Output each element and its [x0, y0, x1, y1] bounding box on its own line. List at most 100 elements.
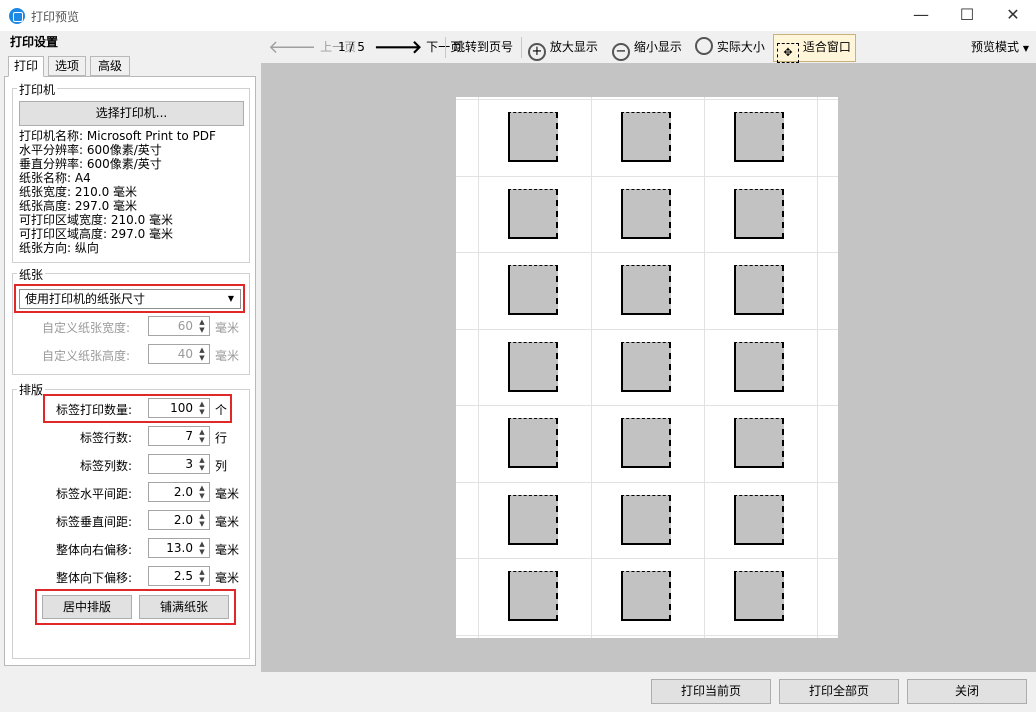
layout-row-stepper[interactable]: 2.0 ▲ ▼ [148, 482, 210, 502]
layout-row-stepper[interactable]: 2.5 ▲ ▼ [148, 566, 210, 586]
close-button[interactable]: 关闭 [907, 679, 1027, 704]
stepper-arrows-icon[interactable]: ▲ ▼ [196, 318, 208, 334]
printer-group-label: 打印机 [17, 81, 58, 98]
print-all-pages-button[interactable]: 打印全部页 [779, 679, 899, 704]
paper-size-value: 使用打印机的纸张尺寸 [25, 292, 146, 306]
label-preview-cell [734, 112, 784, 162]
close-window-button[interactable]: ✕ [990, 0, 1036, 31]
select-printer-button[interactable]: 选择打印机... [19, 101, 244, 126]
toolbar-separator [521, 37, 522, 58]
stepper-arrows-icon[interactable]: ▲ ▼ [196, 540, 208, 556]
custom-height-value: 40 [177, 347, 193, 361]
layout-row-label: 标签打印数量: [55, 403, 132, 417]
layout-row-value: 3 [185, 457, 193, 471]
custom-width-unit: 毫米 [215, 321, 240, 335]
layout-row-label: 标签垂直间距: [55, 515, 132, 529]
layout-row-unit: 毫米 [215, 571, 240, 585]
label-preview-cell [508, 112, 558, 162]
stepper-arrows-icon[interactable]: ▲ ▼ [196, 428, 208, 444]
custom-width-stepper[interactable]: 60 ▲ ▼ [148, 316, 210, 336]
layout-row-value: 2.5 [173, 569, 193, 583]
label-preview-cell [621, 189, 671, 239]
label-preview-cell [508, 571, 558, 621]
chevron-down-icon: ▼ [1022, 44, 1029, 53]
label-preview-cell [508, 189, 558, 239]
arrow-right-icon: 🡒 [374, 37, 423, 58]
zoom-out-label: 缩小显示 [633, 40, 682, 54]
layout-row-stepper[interactable]: 2.0 ▲ ▼ [148, 510, 210, 530]
grid-line [704, 97, 705, 638]
preview-mode-dropdown[interactable]: 预览模式 ▼ [971, 35, 1029, 60]
preview-mode-label: 预览模式 [971, 40, 1020, 54]
fill-paper-button[interactable]: 铺满纸张 [139, 595, 229, 619]
fit-window-icon: ✥ [777, 43, 799, 63]
layout-row-label: 标签列数: [79, 459, 132, 473]
label-preview-cell [734, 265, 784, 315]
custom-height-unit: 毫米 [215, 349, 240, 363]
stepper-arrows-icon[interactable]: ▲ ▼ [196, 400, 208, 416]
zoom-out-icon: − [612, 43, 630, 61]
label-preview-cell [734, 571, 784, 621]
layout-row-value: 2.0 [173, 513, 193, 527]
tab-print[interactable]: 打印 [8, 56, 44, 77]
zoom-out-button[interactable]: − 缩小显示 [612, 35, 682, 61]
printer-info-line: 纸张名称: A4 [19, 171, 91, 185]
layout-row-stepper[interactable]: 100 ▲ ▼ [148, 398, 210, 418]
custom-height-label: 自定义纸张高度: [42, 349, 131, 363]
layout-row-unit: 毫米 [215, 487, 240, 501]
stepper-arrows-icon[interactable]: ▲ ▼ [196, 456, 208, 472]
print-current-page-button[interactable]: 打印当前页 [651, 679, 771, 704]
toolbar-separator [445, 37, 446, 58]
paper-size-select[interactable]: 使用打印机的纸张尺寸 ▼ [19, 289, 241, 309]
label-preview-cell [621, 112, 671, 162]
printer-info-line: 纸张宽度: 210.0 毫米 [19, 185, 138, 199]
grid-line [817, 97, 818, 638]
next-page-button[interactable]: 🡒 下一页 [374, 35, 462, 60]
center-layout-button[interactable]: 居中排版 [42, 595, 132, 619]
printer-info-line: 水平分辨率: 600像素/英寸 [19, 143, 162, 157]
layout-row-label: 标签水平间距: [55, 487, 132, 501]
layout-row-unit: 行 [215, 431, 228, 445]
fit-window-button[interactable]: ✥ 适合窗口 [773, 34, 856, 63]
zoom-in-label: 放大显示 [549, 40, 598, 54]
layout-row-value: 13.0 [166, 541, 193, 555]
printer-info-line: 可打印区域高度: 297.0 毫米 [19, 227, 174, 241]
window-title: 打印预览 [31, 10, 80, 24]
maximize-button[interactable]: ☐ [944, 0, 990, 31]
title-bar: 打印预览 — ☐ ✕ [0, 0, 1036, 31]
layout-row-stepper[interactable]: 3 ▲ ▼ [148, 454, 210, 474]
fit-window-label: 适合窗口 [802, 40, 851, 54]
goto-page-button[interactable]: 跳转到页号 [453, 35, 513, 60]
layout-row-unit: 个 [215, 403, 228, 417]
custom-width-label: 自定义纸张宽度: [42, 321, 131, 335]
layout-row-label: 整体向右偏移: [55, 543, 132, 557]
layout-row-stepper[interactable]: 13.0 ▲ ▼ [148, 538, 210, 558]
zoom-in-button[interactable]: + 放大显示 [528, 35, 598, 61]
layout-row-unit: 毫米 [215, 543, 240, 557]
custom-width-value: 60 [177, 319, 193, 333]
minimize-button[interactable]: — [898, 0, 944, 31]
stepper-arrows-icon[interactable]: ▲ ▼ [196, 512, 208, 528]
layout-row-value: 100 [170, 401, 193, 415]
label-preview-cell [621, 342, 671, 392]
actual-size-button[interactable]: 实际大小 [695, 35, 765, 60]
layout-group-label: 排版 [17, 381, 46, 398]
label-preview-cell [508, 342, 558, 392]
grid-line [591, 97, 592, 638]
custom-height-stepper[interactable]: 40 ▲ ▼ [148, 344, 210, 364]
layout-row-stepper[interactable]: 7 ▲ ▼ [148, 426, 210, 446]
stepper-arrows-icon[interactable]: ▲ ▼ [196, 346, 208, 362]
actual-size-label: 实际大小 [716, 40, 765, 54]
label-preview-cell [734, 418, 784, 468]
layout-row-unit: 列 [215, 459, 228, 473]
grid-line [478, 97, 479, 638]
grid-line [456, 635, 838, 636]
label-preview-cell [621, 418, 671, 468]
printer-info-line: 纸张方向: 纵向 [19, 241, 99, 255]
tab-advanced[interactable]: 高级 [90, 56, 130, 76]
printer-info-line: 可打印区域宽度: 210.0 毫米 [19, 213, 174, 227]
chevron-down-icon: ▼ [227, 294, 234, 303]
tab-options[interactable]: 选项 [48, 56, 86, 76]
stepper-arrows-icon[interactable]: ▲ ▼ [196, 568, 208, 584]
stepper-arrows-icon[interactable]: ▲ ▼ [196, 484, 208, 500]
